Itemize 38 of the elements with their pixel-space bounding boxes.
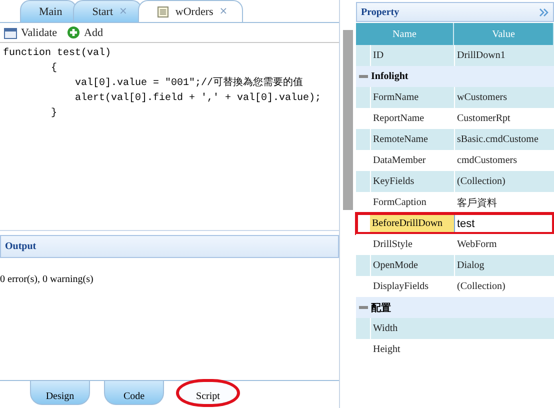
property-row[interactable]: BeforeDrillDown test [356,213,554,234]
view-tab[interactable]: Design [30,381,90,405]
output-title: Output [5,241,36,252]
document-icon [157,6,170,18]
code-line: val[0].value = "001";//可替換為您需要的值 [74,76,304,91]
double-chevron-icon[interactable] [539,8,549,16]
code-line: function test(val) [3,46,112,61]
panel-title: Property [361,6,400,18]
group-name: Infolight [371,71,408,82]
document-tab[interactable]: wOrders × [138,0,243,22]
property-name: Height [370,339,454,360]
code-line: alert(val[0].field + ',' + val[0].value); [74,92,322,106]
property-row[interactable]: KeyFields (Collection) [356,171,554,192]
property-row[interactable]: OpenMode Dialog [356,255,554,276]
group-row[interactable]: Infolight [356,66,554,87]
output-message: 0 error(s), 0 warning(s) [0,274,94,285]
plus-icon [67,26,80,39]
group-name: 配置 [371,302,391,314]
property-row[interactable]: Width [356,318,554,339]
document-tab[interactable]: Main [20,0,78,22]
code-line: } [50,106,58,121]
code-editor[interactable]: function test(val) { val[0].value = "001";//可替換為您需要的值 alert(val[0].field + ',' + val[0].value); } [0,43,339,231]
view-tab[interactable]: Script [178,381,238,405]
property-row[interactable]: RemoteName sBasic.cmdCustome [356,129,554,150]
validate-button[interactable]: Validate [4,26,58,38]
view-tab[interactable]: Code [104,381,164,405]
collapse-icon[interactable] [359,75,368,78]
code-line: { [50,62,58,76]
scrollbar-thumb[interactable] [343,30,353,210]
column-header: Name [356,23,454,45]
property-row[interactable]: FormName wCustomers [356,87,554,108]
add-button[interactable]: Add [67,26,103,39]
group-row[interactable]: 配置 [356,297,554,318]
document-tab[interactable]: Start × [73,0,142,22]
column-header: Value [454,23,554,45]
collapse-icon[interactable] [359,306,368,309]
property-row[interactable]: ID DrillDown1 [356,45,554,66]
property-name: BeforeDrillDown [370,213,454,234]
